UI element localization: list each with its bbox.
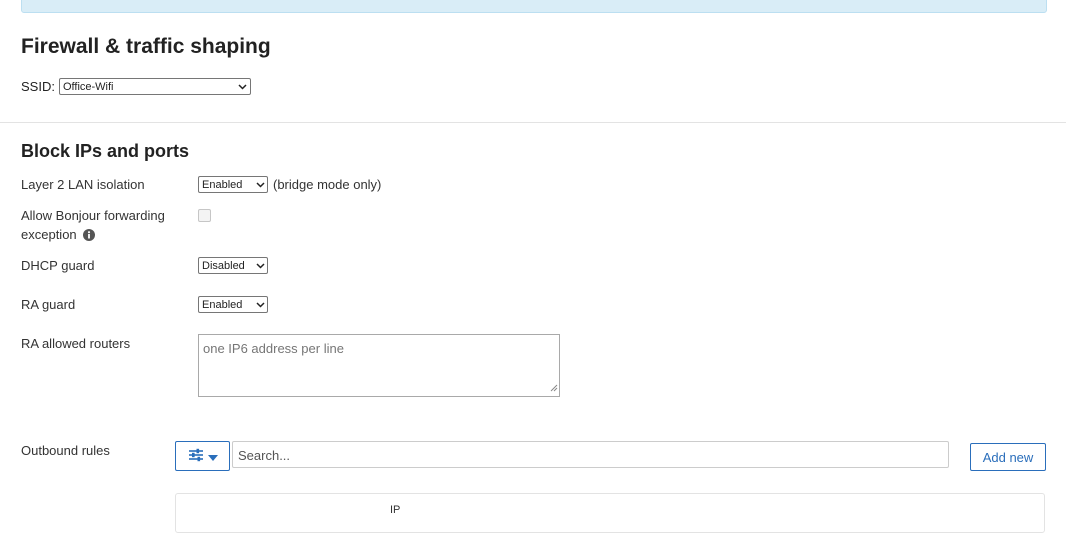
outbound-rules-table: IP [175, 493, 1045, 533]
search-placeholder: Search... [238, 448, 291, 463]
ra-routers-placeholder: one IP6 address per line [203, 341, 344, 356]
ra-routers-label: RA allowed routers [21, 336, 131, 351]
bonjour-control [198, 209, 211, 222]
section-title-block: Block IPs and ports [21, 141, 190, 161]
outbound-rules-label: Outbound rules [21, 443, 110, 458]
bonjour-label-line2: exception [21, 227, 77, 242]
ra-guard-label: RA guard [21, 297, 76, 312]
bridge-mode-note: (bridge mode only) [273, 177, 382, 192]
ssid-label: SSID: [21, 79, 55, 94]
chevron-down-icon [236, 83, 250, 90]
dhcp-guard-label: DHCP guard [21, 258, 95, 273]
bonjour-label-line1: Allow Bonjour forwarding [21, 208, 165, 223]
chevron-down-icon [253, 301, 267, 308]
column-header-ip: IP [390, 504, 401, 516]
ra-routers-textarea[interactable]: one IP6 address per line [198, 334, 560, 397]
info-banner [21, 0, 1047, 13]
lan-isolation-control: Enabled (bridge mode only) [198, 176, 381, 193]
ssid-row: SSID: Office-Wifi [21, 78, 251, 95]
filter-dropdown-button[interactable] [175, 441, 230, 471]
lan-isolation-label: Layer 2 LAN isolation [21, 177, 145, 192]
section-divider [0, 122, 1066, 123]
lan-isolation-select[interactable]: Enabled [198, 176, 268, 193]
bonjour-checkbox[interactable] [198, 209, 211, 222]
search-input[interactable]: Search... [232, 441, 949, 468]
ra-guard-control: Enabled [198, 296, 268, 313]
ra-guard-value: Enabled [202, 298, 243, 311]
info-icon[interactable] [82, 227, 95, 246]
lan-isolation-value: Enabled [202, 178, 243, 191]
dhcp-guard-select[interactable]: Disabled [198, 257, 268, 274]
ra-guard-select[interactable]: Enabled [198, 296, 268, 313]
add-new-button[interactable]: Add new [970, 443, 1046, 471]
sliders-icon [188, 448, 204, 465]
bonjour-label-line2-wrap: exception [21, 225, 165, 246]
bonjour-label: Allow Bonjour forwarding exception [21, 206, 165, 246]
chevron-down-icon [253, 181, 267, 188]
resize-handle-icon[interactable] [550, 380, 558, 395]
ssid-select[interactable]: Office-Wifi [58, 78, 251, 95]
dhcp-guard-value: Disabled [202, 259, 245, 272]
chevron-down-icon [253, 262, 267, 269]
ssid-select-value: Office-Wifi [62, 80, 114, 93]
caret-down-icon [207, 449, 218, 464]
dhcp-guard-control: Disabled [198, 257, 268, 274]
page-title: Firewall & traffic shaping [21, 35, 271, 58]
